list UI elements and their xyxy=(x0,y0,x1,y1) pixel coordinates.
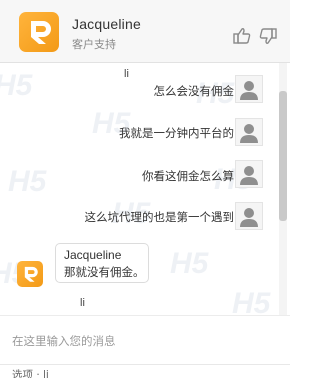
user-message: 我就是一分钟内平台的 xyxy=(119,126,234,140)
user-avatar xyxy=(235,118,263,146)
message-composer xyxy=(0,315,290,364)
chat-window: Jacqueline 客户支持 H5 H5 H5 H5 H5 xyxy=(0,0,290,378)
message-list[interactable]: H5 H5 H5 H5 H5 H5 H5 H5 H5 li 怎么会没有佣金 我就… xyxy=(0,63,290,315)
watermark-text: H5 xyxy=(232,287,272,315)
agent-name: Jacqueline xyxy=(72,16,141,32)
agent-message-name: Jacqueline xyxy=(64,248,122,262)
user-avatar-icon xyxy=(240,208,258,227)
user-avatar-icon xyxy=(240,166,258,185)
thumbs-down-button[interactable] xyxy=(258,26,278,46)
chat-footer: 选项 · li xyxy=(0,364,290,378)
agent-avatar-icon xyxy=(24,266,38,282)
user-message: 这么坑代理的也是第一个遇到 xyxy=(84,210,235,224)
thumbs-up-icon xyxy=(233,28,251,44)
chat-scrollbar[interactable] xyxy=(279,63,287,315)
watermark-text: H5 xyxy=(8,165,48,198)
brand-logo xyxy=(19,12,59,52)
sender-label: li xyxy=(80,297,85,309)
chat-header: Jacqueline 客户支持 xyxy=(0,0,290,63)
user-message: 你看这佣金怎么算 xyxy=(142,169,234,183)
user-avatar xyxy=(235,75,263,103)
message-input[interactable] xyxy=(12,324,276,358)
user-avatar-icon xyxy=(240,124,258,143)
thumbs-up-button[interactable] xyxy=(232,26,252,46)
agent-role: 客户支持 xyxy=(72,38,116,51)
watermark-text: H5 xyxy=(0,69,34,102)
user-message: 怎么会没有佣金 xyxy=(153,84,235,98)
user-avatar-icon xyxy=(240,81,258,100)
sender-label: li xyxy=(124,68,129,80)
agent-message-bubble: Jacqueline 那就没有佣金。 xyxy=(55,243,149,283)
user-avatar xyxy=(235,202,263,230)
chat-scrollbar-thumb[interactable] xyxy=(279,91,287,221)
thumbs-down-icon xyxy=(259,28,277,44)
user-avatar xyxy=(235,160,263,188)
footer-options[interactable]: 选项 · li xyxy=(12,367,49,378)
agent-avatar xyxy=(17,261,43,287)
agent-message-text: 那就没有佣金。 xyxy=(64,265,145,279)
watermark-text: H5 xyxy=(170,247,210,280)
